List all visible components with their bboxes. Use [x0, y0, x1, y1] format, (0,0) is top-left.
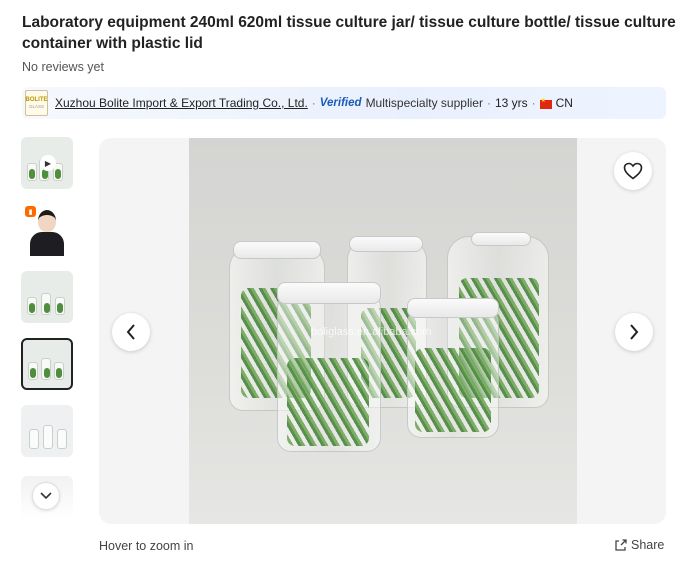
- thumbnail-video[interactable]: ▶: [21, 137, 73, 189]
- cn-flag-icon: [539, 97, 552, 109]
- main-image-viewer[interactable]: boliglass.en.alibaba.com: [99, 138, 666, 524]
- thumbnail-image[interactable]: [21, 271, 73, 323]
- thumbnail-strip: ▶ ▮: [21, 137, 75, 472]
- favorite-button[interactable]: [614, 152, 652, 190]
- play-icon: ▶: [40, 155, 56, 171]
- supplier-logo-text: BOLITE: [25, 97, 48, 103]
- supplier-logo-subtext: GLASS: [28, 104, 44, 109]
- thumbnail-image-active[interactable]: [21, 338, 73, 390]
- verified-badge[interactable]: Verified: [320, 97, 362, 109]
- supplier-country: CN: [555, 96, 573, 110]
- share-button[interactable]: Share: [614, 538, 664, 552]
- live-badge-icon: ▮: [25, 206, 36, 217]
- heart-icon: [623, 162, 643, 180]
- thumbnail-image[interactable]: [21, 405, 73, 457]
- supplier-bar: BOLITE GLASS Xuzhou Bolite Import & Expo…: [22, 87, 666, 119]
- chevron-down-icon[interactable]: [32, 482, 60, 510]
- supplier-logo[interactable]: BOLITE GLASS: [25, 90, 48, 116]
- next-image-button[interactable]: [615, 313, 653, 351]
- reviews-count: No reviews yet: [22, 60, 104, 74]
- thumbnail-more: [21, 476, 73, 520]
- share-label: Share: [631, 538, 665, 552]
- separator: ·: [531, 96, 536, 110]
- supplier-years: 13 yrs: [494, 96, 528, 110]
- image-watermark: boliglass.en.alibaba.com: [311, 326, 432, 338]
- thumbnail-person[interactable]: ▮: [21, 204, 73, 256]
- product-title: Laboratory equipment 240ml 620ml tissue …: [22, 14, 676, 52]
- person-image: [38, 210, 56, 232]
- separator: ·: [311, 96, 316, 110]
- chevron-left-icon: [126, 324, 135, 340]
- prev-image-button[interactable]: [112, 313, 150, 351]
- hover-zoom-hint: Hover to zoom in: [99, 539, 194, 553]
- supplier-name-link[interactable]: Xuzhou Bolite Import & Export Trading Co…: [55, 96, 308, 110]
- chevron-right-icon: [630, 324, 639, 340]
- product-photo: boliglass.en.alibaba.com: [189, 138, 577, 524]
- separator: ·: [486, 96, 491, 110]
- share-icon: [615, 539, 627, 551]
- supplier-type: Multispecialty supplier: [365, 96, 483, 110]
